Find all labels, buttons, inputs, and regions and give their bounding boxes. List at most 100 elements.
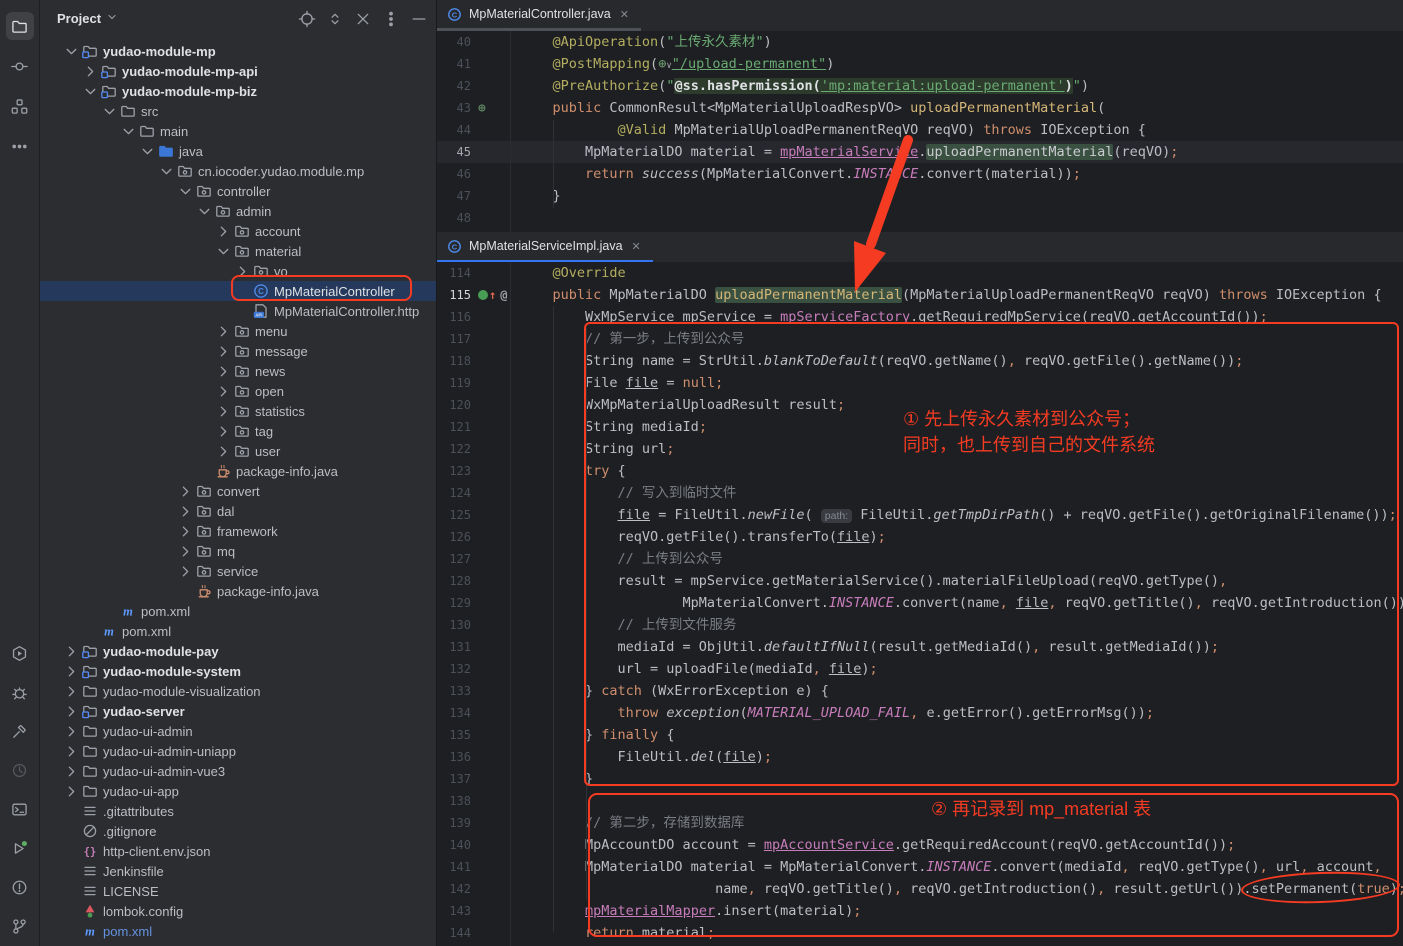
tree-item-convert[interactable]: convert xyxy=(40,481,436,501)
code-line-143[interactable]: 143 mpMaterialMapper.insert(material); xyxy=(437,900,1403,922)
line-number[interactable]: 46 xyxy=(437,163,471,185)
code-line-41[interactable]: 41 @PostMapping(⊕∨"/upload-permanent") xyxy=(437,53,1403,75)
chevron-right-icon[interactable] xyxy=(62,763,81,779)
tree-item-http-client-env-json[interactable]: {}http-client.env.json xyxy=(40,841,436,861)
tree-item-pom-xml[interactable]: mpom.xml xyxy=(40,601,436,621)
structure-icon[interactable] xyxy=(6,92,34,120)
line-number[interactable]: 139 xyxy=(437,812,471,834)
chevron-down-icon[interactable] xyxy=(62,43,81,59)
line-number[interactable]: 116 xyxy=(437,306,471,328)
code-line-131[interactable]: 131 mediaId = ObjUtil.defaultIfNull(resu… xyxy=(437,636,1403,658)
line-number[interactable]: 143 xyxy=(437,900,471,922)
chevron-right-icon[interactable] xyxy=(176,503,195,519)
code-line-118[interactable]: 118 String name = StrUtil.blankToDefault… xyxy=(437,350,1403,372)
code-line-136[interactable]: 136 FileUtil.del(file); xyxy=(437,746,1403,768)
chevron-right-icon[interactable] xyxy=(176,563,195,579)
chevron-down-icon[interactable] xyxy=(138,143,157,159)
tree-item-readme-md[interactable]: README.md xyxy=(40,941,436,946)
hide-icon[interactable] xyxy=(410,10,428,28)
chevron-right-icon[interactable] xyxy=(214,423,233,439)
tree-item-jenkinsfile[interactable]: Jenkinsfile xyxy=(40,861,436,881)
chevron-right-icon[interactable] xyxy=(214,223,233,239)
chevron-right-icon[interactable] xyxy=(233,263,252,279)
code-line-114[interactable]: 114 @Override xyxy=(437,262,1403,284)
tree-item-main[interactable]: main xyxy=(40,121,436,141)
debug-icon[interactable] xyxy=(6,678,34,706)
line-number[interactable]: 125 xyxy=(437,504,471,526)
code-line-40[interactable]: 40 @ApiOperation("上传永久素材") xyxy=(437,31,1403,53)
tree-item-yudao-module-visualization[interactable]: yudao-module-visualization xyxy=(40,681,436,701)
chevron-right-icon[interactable] xyxy=(62,663,81,679)
tree-item-vo[interactable]: vo xyxy=(40,261,436,281)
tree-item-user[interactable]: user xyxy=(40,441,436,461)
tree-item-material[interactable]: material xyxy=(40,241,436,261)
line-number[interactable]: 41 xyxy=(437,53,471,75)
close-icon[interactable]: ✕ xyxy=(618,8,629,21)
line-number[interactable]: 114 xyxy=(437,262,471,284)
services-icon[interactable] xyxy=(6,834,34,862)
tree-item-service[interactable]: service xyxy=(40,561,436,581)
chevron-down-icon[interactable] xyxy=(176,183,195,199)
tree-item-framework[interactable]: framework xyxy=(40,521,436,541)
code-line-144[interactable]: 144 return material; xyxy=(437,922,1403,944)
tree-item-cn-iocoder-yudao-module-mp[interactable]: cn.iocoder.yudao.module.mp xyxy=(40,161,436,181)
project-icon[interactable] xyxy=(6,12,34,40)
code-line-120[interactable]: 120 WxMpMaterialUploadResult result; xyxy=(437,394,1403,416)
tree-item-yudao-ui-app[interactable]: yudao-ui-app xyxy=(40,781,436,801)
collapse-all-icon[interactable] xyxy=(354,10,372,28)
tree-item-controller[interactable]: controller xyxy=(40,181,436,201)
chevron-right-icon[interactable] xyxy=(214,363,233,379)
code-line-122[interactable]: 122 String url; xyxy=(437,438,1403,460)
code-line-117[interactable]: 117 // 第一步，上传到公众号 xyxy=(437,328,1403,350)
line-number[interactable]: 47 xyxy=(437,185,471,207)
code-line-137[interactable]: 137 } xyxy=(437,768,1403,790)
chevron-down-icon[interactable] xyxy=(214,243,233,259)
chevron-right-icon[interactable] xyxy=(62,643,81,659)
line-number[interactable]: 141 xyxy=(437,856,471,878)
tree-item-news[interactable]: news xyxy=(40,361,436,381)
line-number[interactable]: 45 xyxy=(437,141,471,163)
problems-icon[interactable] xyxy=(6,873,34,901)
line-number[interactable]: 127 xyxy=(437,548,471,570)
tab-MpMaterialController.java[interactable]: CMpMaterialController.java✕ xyxy=(437,0,641,31)
chevron-right-icon[interactable] xyxy=(62,703,81,719)
tree-item-package-info-java[interactable]: package-info.java xyxy=(40,461,436,481)
close-icon[interactable]: ✕ xyxy=(630,240,641,253)
editor-bottom[interactable]: 114 @Override115↑@ public MpMaterialDO u… xyxy=(437,262,1403,946)
code-line-116[interactable]: 116 WxMpService mpService = mpServiceFac… xyxy=(437,306,1403,328)
code-line-46[interactable]: 46 return success(MpMaterialConvert.INST… xyxy=(437,163,1403,185)
line-number[interactable]: 42 xyxy=(437,75,471,97)
tree-item-statistics[interactable]: statistics xyxy=(40,401,436,421)
line-number[interactable]: 140 xyxy=(437,834,471,856)
tree-item-menu[interactable]: menu xyxy=(40,321,436,341)
tree-item-yudao-server[interactable]: yudao-server xyxy=(40,701,436,721)
code-line-139[interactable]: 139 // 第二步，存储到数据库 xyxy=(437,812,1403,834)
chevron-right-icon[interactable] xyxy=(62,683,81,699)
tree-item-yudao-ui-admin-vue3[interactable]: yudao-ui-admin-vue3 xyxy=(40,761,436,781)
code-line-134[interactable]: 134 throw exception(MATERIAL_UPLOAD_FAIL… xyxy=(437,702,1403,724)
tree-item-yudao-ui-admin[interactable]: yudao-ui-admin xyxy=(40,721,436,741)
chevron-down-icon[interactable] xyxy=(195,203,214,219)
line-number[interactable]: 44 xyxy=(437,119,471,141)
tree-item-mq[interactable]: mq xyxy=(40,541,436,561)
line-number[interactable]: 120 xyxy=(437,394,471,416)
code-line-132[interactable]: 132 url = uploadFile(mediaId, file); xyxy=(437,658,1403,680)
code-line-123[interactable]: 123 try { xyxy=(437,460,1403,482)
chevron-right-icon[interactable] xyxy=(214,323,233,339)
tree-item-yudao-module-system[interactable]: yudao-module-system xyxy=(40,661,436,681)
chevron-down-icon[interactable] xyxy=(100,103,119,119)
line-number[interactable]: 124 xyxy=(437,482,471,504)
chevron-down-icon[interactable] xyxy=(119,123,138,139)
code-line-125[interactable]: 125 file = FileUtil.newFile( path: FileU… xyxy=(437,504,1403,526)
line-number[interactable]: 115 xyxy=(437,284,471,306)
line-number[interactable]: 126 xyxy=(437,526,471,548)
line-number[interactable]: 137 xyxy=(437,768,471,790)
tree-item-pom-xml[interactable]: mpom.xml xyxy=(40,921,436,941)
terminal-icon[interactable] xyxy=(6,795,34,823)
code-line-141[interactable]: 141 MpMaterialDO material = MpMaterialCo… xyxy=(437,856,1403,878)
code-line-142[interactable]: 142 name, reqVO.getTitle(), reqVO.getInt… xyxy=(437,878,1403,900)
tree-item-mpmaterialcontroller[interactable]: CMpMaterialController xyxy=(40,281,436,301)
options-icon[interactable] xyxy=(382,10,400,28)
line-number[interactable]: 40 xyxy=(437,31,471,53)
expand-icon[interactable] xyxy=(326,10,344,28)
